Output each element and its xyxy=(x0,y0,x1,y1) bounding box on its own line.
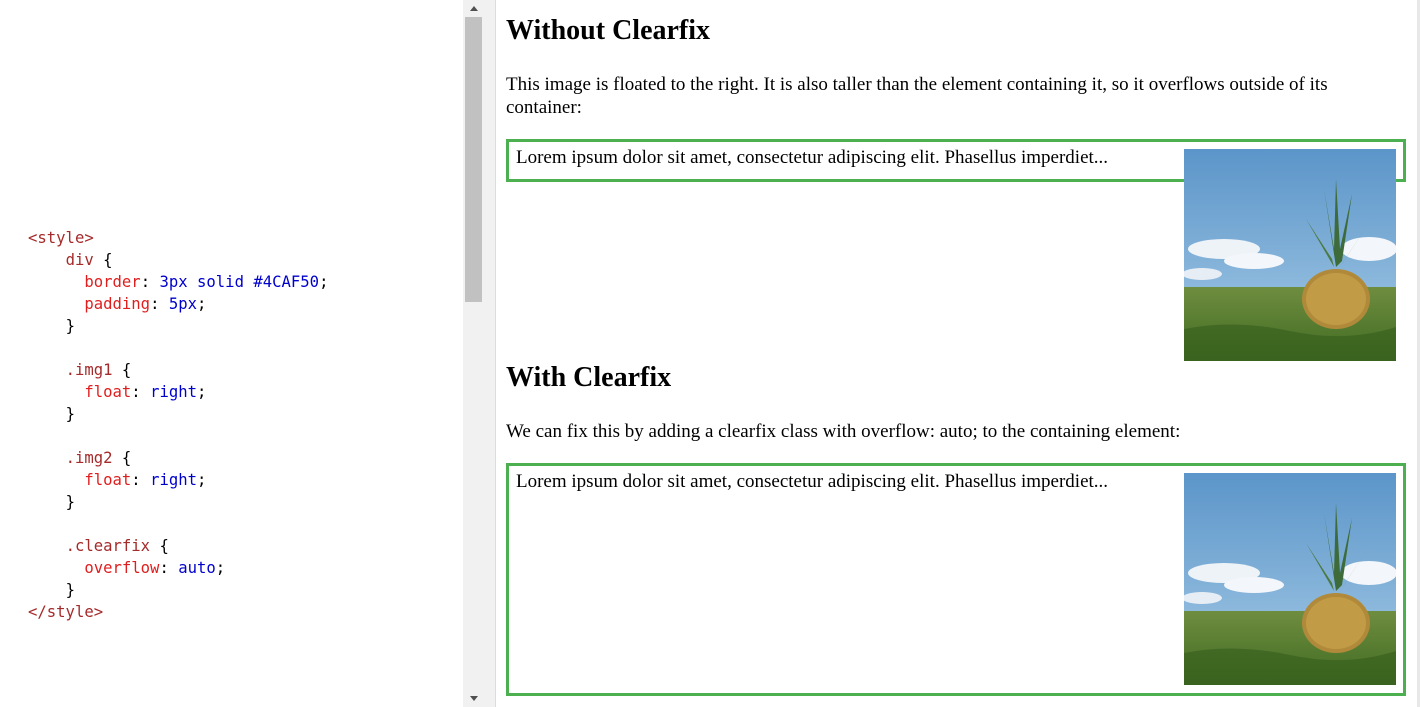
code-token: <style> xyxy=(28,229,94,247)
code-line: padding: 5px; xyxy=(28,293,328,315)
code-token: } xyxy=(65,317,75,335)
code-line: </style> xyxy=(28,601,328,623)
heading-without-clearfix: Without Clearfix xyxy=(506,15,711,46)
paragraph-without-clearfix: This image is floated to the right. It i… xyxy=(506,74,1328,118)
code-token: float xyxy=(84,471,132,489)
code-line: border: 3px solid #4CAF50; xyxy=(28,271,328,293)
code-token: : xyxy=(150,295,169,313)
code-content[interactable]: <style> div { border: 3px solid #4CAF50;… xyxy=(28,227,328,623)
code-scrollbar[interactable] xyxy=(463,0,484,707)
code-token: 3px solid #4CAF50 xyxy=(159,273,320,291)
code-token: div xyxy=(65,251,94,269)
code-token: .img2 xyxy=(65,449,113,467)
code-token: padding xyxy=(84,295,151,313)
code-line: .img2 { xyxy=(28,447,328,469)
code-token: : xyxy=(159,559,179,577)
pineapple-icon xyxy=(1184,473,1396,685)
code-token: overflow xyxy=(84,559,160,577)
pane-divider[interactable] xyxy=(484,0,496,707)
code-token: : xyxy=(131,383,151,401)
code-token: float xyxy=(84,383,132,401)
code-token: ; xyxy=(197,471,207,489)
code-line: } xyxy=(28,403,328,425)
code-token: 5px xyxy=(168,295,198,313)
pineapple-icon xyxy=(1184,149,1396,361)
code-token: } xyxy=(65,493,75,511)
code-token: auto xyxy=(178,559,216,577)
chevron-up-icon xyxy=(469,6,478,11)
box-text: Lorem ipsum dolor sit amet, consectetur … xyxy=(516,471,1109,492)
code-line: float: right; xyxy=(28,469,328,491)
code-line: .clearfix { xyxy=(28,535,328,557)
code-token: : xyxy=(140,273,160,291)
code-editor[interactable]: <style> div { border: 3px solid #4CAF50;… xyxy=(0,0,463,707)
code-token: </style> xyxy=(28,603,104,621)
result-preview: Without Clearfix This image is floated t… xyxy=(496,0,1420,707)
code-token: : xyxy=(131,471,151,489)
code-token: .clearfix xyxy=(65,537,151,555)
code-token: .img1 xyxy=(65,361,113,379)
pineapple-image xyxy=(1184,149,1396,361)
paragraph-with-clearfix: We can fix this by adding a clearfix cla… xyxy=(506,421,1181,442)
code-token: ; xyxy=(197,295,207,313)
code-line: } xyxy=(28,315,328,337)
code-token: { xyxy=(150,537,169,555)
code-token: ; xyxy=(197,383,207,401)
code-line: float: right; xyxy=(28,381,328,403)
code-token: right xyxy=(150,383,198,401)
code-token: } xyxy=(65,405,75,423)
scroll-down-button[interactable] xyxy=(463,690,484,707)
code-token: ; xyxy=(215,559,226,577)
code-line: overflow: auto; xyxy=(28,557,328,579)
code-line: .img1 { xyxy=(28,359,328,381)
box-text: Lorem ipsum dolor sit amet, consectetur … xyxy=(516,147,1109,168)
code-token: { xyxy=(93,251,113,269)
scroll-thumb[interactable] xyxy=(465,17,482,302)
chevron-down-icon xyxy=(469,696,478,701)
code-token: border xyxy=(84,273,141,291)
heading-with-clearfix: With Clearfix xyxy=(506,362,672,393)
code-token: { xyxy=(112,449,132,467)
code-line: <style> xyxy=(28,227,328,249)
pineapple-image xyxy=(1184,473,1396,685)
code-line: } xyxy=(28,579,328,601)
code-line: div { xyxy=(28,249,328,271)
scroll-up-button[interactable] xyxy=(463,0,484,17)
code-token: right xyxy=(150,471,198,489)
code-token: { xyxy=(112,361,132,379)
code-line: } xyxy=(28,491,328,513)
code-token: } xyxy=(65,581,75,599)
code-token: ; xyxy=(319,273,329,291)
